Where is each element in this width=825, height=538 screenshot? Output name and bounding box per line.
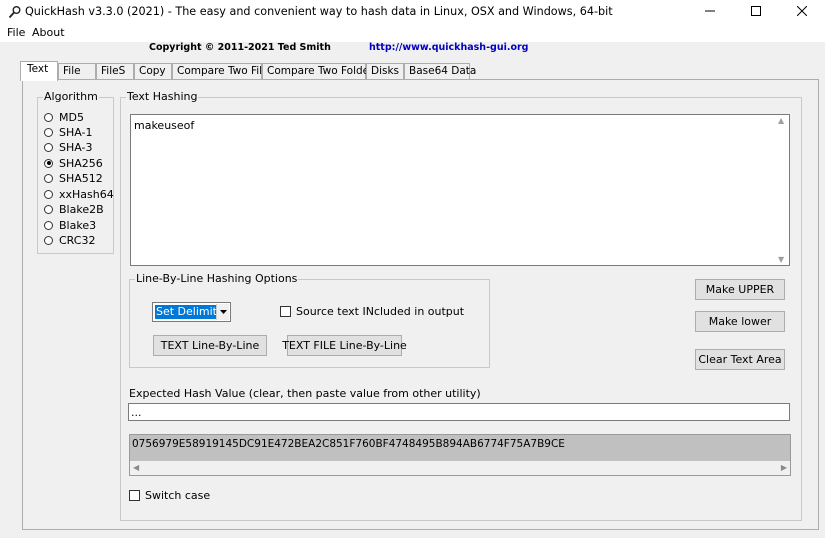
source-text-option[interactable]: Source text INcluded in output <box>280 305 464 318</box>
close-icon <box>796 5 808 19</box>
computed-hash-value: 0756979E58919145DC91E472BEA2C851F760BF47… <box>132 438 565 450</box>
minimize-button[interactable] <box>687 0 733 24</box>
radio-button[interactable] <box>44 142 53 152</box>
menu-about[interactable]: About <box>32 26 65 39</box>
radio-label: SHA-3 <box>59 140 93 154</box>
radio-button[interactable] <box>44 173 53 183</box>
source-text-checkbox[interactable] <box>280 306 291 317</box>
radio-button[interactable] <box>44 204 53 214</box>
expected-hash-label: Expected Hash Value (clear, then paste v… <box>129 387 481 400</box>
tab-compare-two-files[interactable]: Compare Two Files <box>172 63 274 80</box>
website-link[interactable]: http://www.quickhash-gui.org <box>369 42 528 53</box>
tab-copy[interactable]: Copy <box>134 63 172 80</box>
source-text-label: Source text INcluded in output <box>296 305 465 318</box>
text-input-area[interactable]: makeuseof ▲ ▼ <box>130 114 790 266</box>
text-input-value: makeuseof <box>134 119 195 132</box>
radio-sha512[interactable]: SHA512 <box>44 171 103 185</box>
delimiter-dropdown[interactable]: Set Delimiter <box>152 302 231 322</box>
scroll-right-icon[interactable]: ▶ <box>781 463 787 472</box>
line-by-line-group: Line-By-Line Hashing Options Set Delimit… <box>129 272 490 368</box>
radio-crc32[interactable]: CRC32 <box>44 233 95 247</box>
computed-hash-output[interactable]: 0756979E58919145DC91E472BEA2C851F760BF47… <box>129 434 791 476</box>
tab-compare-two-folders[interactable]: Compare Two Folders <box>262 63 379 80</box>
maximize-icon <box>751 5 761 19</box>
scroll-down-icon[interactable]: ▼ <box>778 255 784 264</box>
text-area-scrollbar[interactable]: ▲ ▼ <box>775 115 789 265</box>
tab-base64-data[interactable]: Base64 Data <box>404 63 476 80</box>
make-lower-button[interactable]: Make lower <box>695 311 785 332</box>
header-info: Copyright © 2011-2021 Ted Smith http://w… <box>0 42 825 60</box>
chevron-down-icon[interactable] <box>216 304 229 320</box>
radio-label: Blake3 <box>59 218 97 232</box>
switch-case-label: Switch case <box>145 489 211 502</box>
radio-blake2b[interactable]: Blake2B <box>44 202 104 216</box>
radio-xxhash64[interactable]: xxHash64 <box>44 187 114 201</box>
hash-output-scrollbar[interactable]: ◀ ▶ <box>130 461 790 475</box>
radio-md5[interactable]: MD5 <box>44 110 84 124</box>
radio-label: xxHash64 <box>59 187 114 201</box>
tab-file[interactable]: File <box>58 63 96 80</box>
tab-disks[interactable]: Disks <box>366 63 404 80</box>
radio-button[interactable] <box>44 220 53 230</box>
tab-text[interactable]: Text <box>20 61 58 81</box>
expected-hash-value: ... <box>131 406 142 419</box>
menu-bar: File About <box>0 24 825 42</box>
radio-button[interactable] <box>44 189 53 199</box>
text-hashing-label: Text Hashing <box>126 90 199 103</box>
scroll-up-icon[interactable]: ▲ <box>778 116 784 125</box>
radio-blake3[interactable]: Blake3 <box>44 218 96 232</box>
expected-hash-input[interactable]: ... <box>128 403 790 421</box>
radio-label: SHA512 <box>59 171 103 185</box>
text-hashing-group: Text Hashing makeuseof ▲ ▼ Line-By-Line … <box>120 90 802 521</box>
clear-text-area-button[interactable]: Clear Text Area <box>695 349 785 370</box>
scroll-left-icon[interactable]: ◀ <box>133 463 139 472</box>
copyright-label: Copyright © 2011-2021 Ted Smith <box>149 42 331 53</box>
radio-sha3[interactable]: SHA-3 <box>44 140 93 154</box>
text-line-by-line-button[interactable]: TEXT Line-By-Line <box>153 335 267 356</box>
radio-button[interactable] <box>44 112 53 122</box>
window-title: QuickHash v3.3.0 (2021) - The easy and c… <box>25 5 613 18</box>
text-file-line-by-line-button[interactable]: TEXT FILE Line-By-Line <box>282 335 407 356</box>
switch-case-checkbox[interactable] <box>129 490 140 501</box>
radio-label: SHA256 <box>59 156 103 170</box>
magnifier-icon <box>8 5 22 19</box>
switch-case-option[interactable]: Switch case <box>129 489 210 502</box>
menu-file[interactable]: File <box>7 26 25 39</box>
tab-files[interactable]: FileS <box>96 63 134 80</box>
radio-button[interactable] <box>44 127 53 137</box>
radio-sha256[interactable]: SHA256 <box>44 156 103 170</box>
text-tab-panel: Algorithm MD5 SHA-1 SHA-3 SHA256 SHA512 … <box>22 79 819 530</box>
radio-label: CRC32 <box>59 233 96 247</box>
maximize-button[interactable] <box>733 0 779 24</box>
close-button[interactable] <box>779 0 825 24</box>
algorithm-group-label: Algorithm <box>43 90 99 103</box>
radio-label: SHA-1 <box>59 125 93 139</box>
algorithm-group: Algorithm MD5 SHA-1 SHA-3 SHA256 SHA512 … <box>37 90 114 254</box>
minimize-icon <box>705 6 715 19</box>
radio-button-selected[interactable] <box>44 158 53 168</box>
radio-sha1[interactable]: SHA-1 <box>44 125 93 139</box>
radio-label: MD5 <box>59 110 84 124</box>
title-bar: QuickHash v3.3.0 (2021) - The easy and c… <box>0 0 825 24</box>
line-by-line-label: Line-By-Line Hashing Options <box>135 272 299 285</box>
radio-label: Blake2B <box>59 202 104 216</box>
radio-button[interactable] <box>44 235 53 245</box>
make-upper-button[interactable]: Make UPPER <box>695 279 785 300</box>
